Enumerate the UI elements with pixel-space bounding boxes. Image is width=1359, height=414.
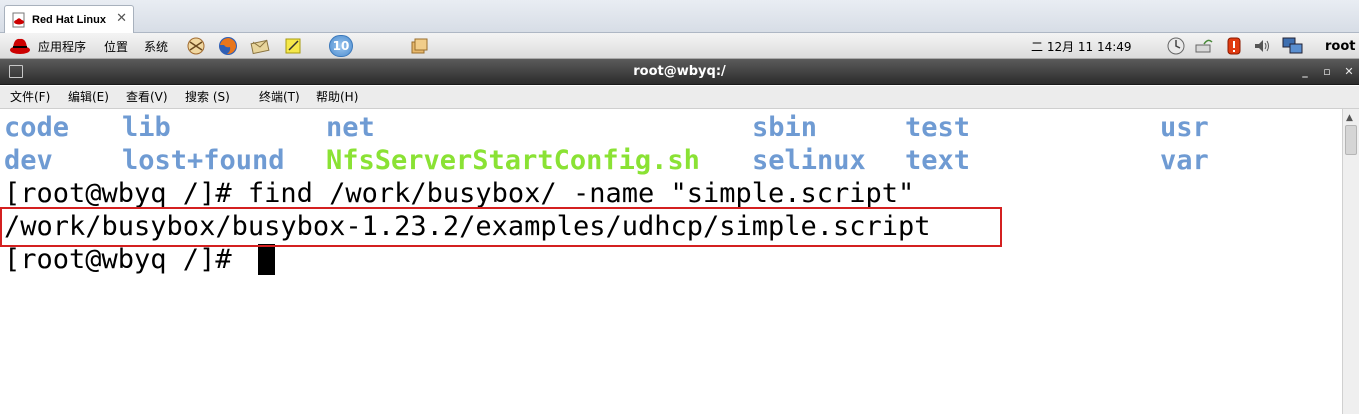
top-panel: 应用程序 位置 系统 10 二 12月 11 14:49 root bbox=[0, 33, 1359, 59]
scroll-up-arrow-icon[interactable]: ▲ bbox=[1346, 113, 1353, 123]
listing-entry-executable: NfsServerStartConfig.sh bbox=[326, 145, 700, 176]
network-monitor-icon[interactable] bbox=[1194, 36, 1214, 56]
listing-entry: var bbox=[1160, 145, 1209, 176]
network-connection-icon[interactable] bbox=[1282, 36, 1304, 56]
listing-entry: sbin bbox=[752, 112, 818, 143]
text-cursor bbox=[258, 244, 275, 275]
maximize-button[interactable]: ▫ bbox=[1318, 63, 1336, 81]
listing-entry: usr bbox=[1160, 112, 1209, 143]
result-highlight-box bbox=[0, 207, 1002, 247]
command-line: [root@wbyq /]# find /work/busybox/ -name… bbox=[4, 178, 915, 209]
tab-label: Red Hat Linux bbox=[32, 13, 106, 26]
redhat-document-icon bbox=[12, 12, 25, 27]
places-menu[interactable]: 位置 bbox=[104, 33, 128, 59]
menu-help[interactable]: 帮助(H) bbox=[316, 86, 358, 109]
host-tab-strip: Red Hat Linux ✕ bbox=[0, 0, 1359, 33]
close-button[interactable]: ✕ bbox=[1340, 63, 1358, 81]
listing-entry: lost+found bbox=[122, 145, 285, 176]
listing-entry: lib bbox=[122, 112, 171, 143]
network-game-icon[interactable] bbox=[186, 36, 206, 56]
files-app-icon[interactable] bbox=[409, 36, 429, 56]
power-manager-icon[interactable] bbox=[1166, 36, 1186, 56]
window-title: root@wbyq:/ bbox=[633, 64, 726, 79]
redhat-logo-icon[interactable] bbox=[9, 36, 31, 56]
listing-entry: selinux bbox=[752, 145, 866, 176]
terminal-titlebar[interactable]: root@wbyq:/ _ ▫ ✕ bbox=[0, 59, 1359, 85]
tab-close-icon[interactable]: ✕ bbox=[116, 11, 127, 27]
mail-client-icon[interactable] bbox=[250, 36, 270, 56]
volume-icon[interactable] bbox=[1252, 36, 1272, 56]
applications-menu[interactable]: 应用程序 bbox=[38, 33, 86, 59]
vm-tab[interactable]: Red Hat Linux ✕ bbox=[4, 5, 134, 33]
workspace-badge-icon[interactable]: 10 bbox=[329, 35, 353, 57]
firefox-icon[interactable] bbox=[218, 36, 238, 56]
terminal-scrollbar[interactable]: ▲ bbox=[1342, 109, 1359, 414]
system-menu[interactable]: 系统 bbox=[144, 33, 168, 59]
panel-user[interactable]: root bbox=[1325, 33, 1356, 59]
listing-entry: code bbox=[4, 112, 70, 143]
menu-view[interactable]: 查看(V) bbox=[126, 86, 168, 109]
menu-edit[interactable]: 编辑(E) bbox=[68, 86, 109, 109]
shell-prompt: [root@wbyq /]# bbox=[4, 244, 248, 275]
listing-row: dev lost+found NfsServerStartConfig.sh s… bbox=[0, 144, 1340, 177]
notes-icon[interactable] bbox=[283, 36, 303, 56]
scrollbar-thumb[interactable] bbox=[1345, 125, 1357, 155]
minimize-button[interactable]: _ bbox=[1296, 63, 1314, 81]
menu-search[interactable]: 搜索 (S) bbox=[185, 86, 230, 109]
listing-row: code lib net sbin test usr bbox=[0, 111, 1340, 144]
alert-icon[interactable] bbox=[1224, 36, 1244, 56]
listing-entry: dev bbox=[4, 145, 53, 176]
menu-terminal[interactable]: 终端(T) bbox=[259, 86, 300, 109]
listing-entry: test bbox=[905, 112, 971, 143]
panel-clock[interactable]: 二 12月 11 14:49 bbox=[1031, 33, 1132, 59]
menu-file[interactable]: 文件(F) bbox=[10, 86, 50, 109]
listing-entry: net bbox=[326, 112, 375, 143]
terminal-menubar: 文件(F) 编辑(E) 查看(V) 搜索 (S) 终端(T) 帮助(H) bbox=[0, 86, 1359, 109]
listing-entry: text bbox=[905, 145, 971, 176]
